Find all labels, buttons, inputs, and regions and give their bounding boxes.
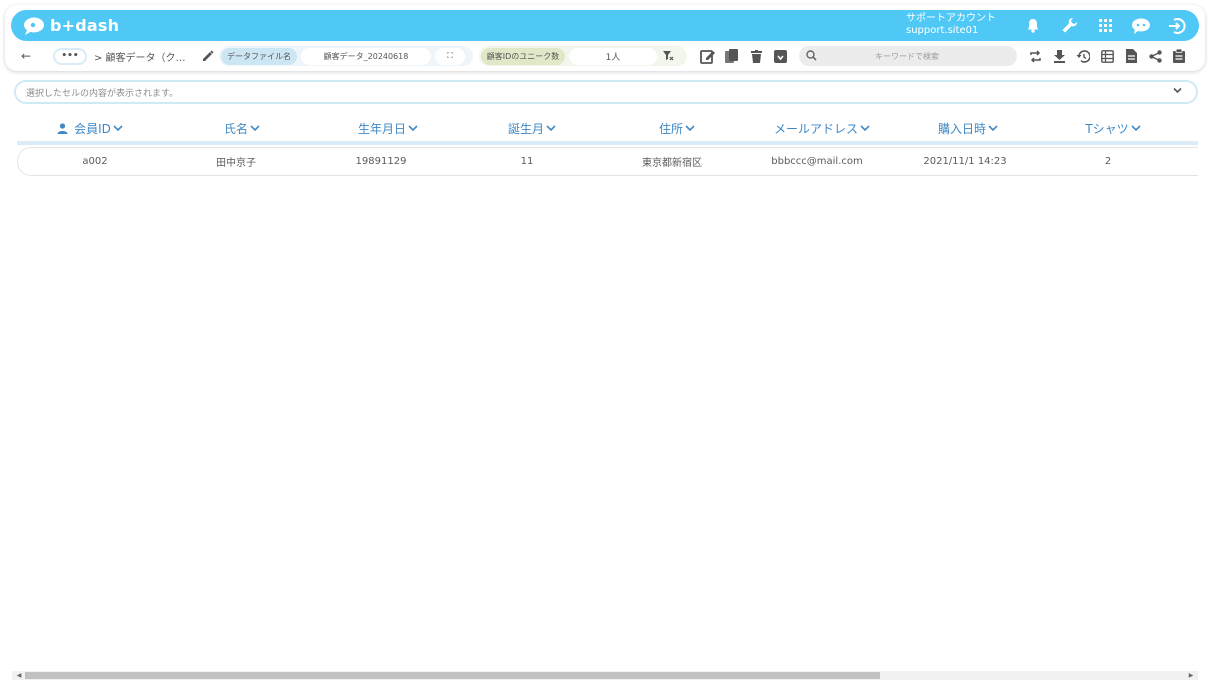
- column-header-member-id[interactable]: 会員ID: [48, 118, 132, 138]
- chevron-down-icon: [546, 124, 556, 131]
- clipboard-icon[interactable]: [1167, 44, 1191, 68]
- file-name-label: データファイル名: [221, 47, 297, 65]
- column-header-label: 購入日時: [937, 121, 986, 136]
- selected-cell-placeholder: 選択したセルの内容が表示されます。: [26, 88, 179, 99]
- edit-name-icon[interactable]: [196, 44, 220, 68]
- table-cell[interactable]: a002: [53, 148, 137, 175]
- logo-bubble-icon: [24, 17, 44, 35]
- history-icon[interactable]: [1071, 44, 1095, 68]
- horizontal-scrollbar[interactable]: ◀ ▶: [12, 671, 1198, 680]
- column-header-label: 氏名: [223, 121, 248, 136]
- search-placeholder: キーワードで検索: [875, 51, 939, 61]
- table-cell[interactable]: 2021/11/1 14:23: [905, 148, 1025, 175]
- more-button[interactable]: •••: [53, 47, 87, 65]
- delete-icon[interactable]: [744, 44, 768, 68]
- person-icon: [57, 122, 68, 134]
- account-site: support.site01: [906, 25, 979, 36]
- search-input[interactable]: キーワードで検索: [799, 46, 1017, 66]
- chevron-down-icon: [860, 124, 870, 131]
- app-logo[interactable]: b+dash: [23, 16, 119, 35]
- table-cell[interactable]: 東京都新宿区: [622, 148, 722, 175]
- header-divider: [17, 141, 1198, 145]
- bell-icon[interactable]: [1015, 10, 1051, 41]
- column-header-address[interactable]: 住所: [646, 118, 708, 138]
- edit-note-icon[interactable]: [696, 44, 720, 68]
- column-header-name[interactable]: 氏名: [208, 118, 276, 138]
- chevron-down-icon: [408, 124, 418, 131]
- column-header-label: 住所: [658, 121, 683, 136]
- column-header-label: メールアドレス: [773, 121, 858, 136]
- chat-bot-icon[interactable]: [1123, 10, 1159, 41]
- search-icon: [806, 49, 817, 63]
- table-cell[interactable]: 19891129: [341, 148, 421, 175]
- chevron-down-icon: [685, 124, 695, 131]
- document-icon[interactable]: [1119, 44, 1143, 68]
- chevron-down-icon: [250, 124, 260, 131]
- table-cell[interactable]: bbbccc@mail.com: [757, 148, 877, 175]
- column-header-label: Tシャツ: [1085, 121, 1129, 136]
- back-button[interactable]: ←: [21, 49, 31, 63]
- table-cell[interactable]: 田中京子: [196, 148, 276, 175]
- metric-label: 顧客IDのユニーク数: [481, 47, 565, 65]
- apps-grid-icon[interactable]: [1087, 10, 1123, 41]
- chevron-down-icon: [113, 124, 123, 131]
- logo-text: b+dash: [50, 16, 120, 35]
- column-header-purchase-date[interactable]: 購入日時: [926, 118, 1010, 138]
- share-icon[interactable]: [1143, 44, 1167, 68]
- expand-button[interactable]: ⛶: [435, 47, 465, 65]
- scroll-right-icon[interactable]: ▶: [1186, 671, 1196, 680]
- column-header-label: 会員ID: [74, 121, 111, 136]
- account-info[interactable]: サポートアカウント support.site01: [906, 13, 1006, 37]
- copy-icon[interactable]: [720, 44, 744, 68]
- column-header-label: 生年月日: [357, 121, 406, 136]
- top-bar: b+dash サポートアカウント support.site01: [11, 10, 1199, 41]
- column-header-birthdate[interactable]: 生年月日: [348, 118, 428, 138]
- repeat-icon[interactable]: [1023, 44, 1047, 68]
- breadcrumb[interactable]: > 顧客データ（ク…: [94, 49, 186, 64]
- chevron-down-icon: [1131, 124, 1141, 131]
- column-header-label: 誕生月: [507, 121, 544, 136]
- column-header-tshirt[interactable]: Tシャツ: [1076, 118, 1150, 138]
- column-header-birth-month[interactable]: 誕生月: [496, 118, 568, 138]
- chevron-down-icon[interactable]: [1173, 87, 1182, 97]
- toolbar: ← ••• > 顧客データ（ク… データファイル名 顧客データ_20240618…: [11, 44, 1199, 68]
- wrench-icon[interactable]: [1051, 10, 1087, 41]
- table-header: 会員ID 氏名 生年月日 誕生月 住所 メールアドレス 購入日時 Tシャツ: [0, 118, 1210, 138]
- table-view-icon[interactable]: [1095, 44, 1119, 68]
- logout-icon[interactable]: [1159, 10, 1195, 41]
- download-icon[interactable]: [1047, 44, 1071, 68]
- selected-cell-display[interactable]: 選択したセルの内容が表示されます。: [14, 80, 1198, 104]
- table-cell[interactable]: 2: [1078, 148, 1138, 175]
- filter-clear-icon[interactable]: [657, 44, 679, 68]
- column-header-email[interactable]: メールアドレス: [766, 118, 878, 138]
- chevron-down-icon: [988, 124, 998, 131]
- account-name: サポートアカウント: [906, 13, 996, 24]
- scroll-left-icon[interactable]: ◀: [14, 671, 24, 680]
- table-row[interactable]: a002 田中京子 19891129 11 東京都新宿区 bbbccc@mail…: [17, 147, 1198, 176]
- file-name-value[interactable]: 顧客データ_20240618: [301, 47, 431, 65]
- scrollbar-thumb[interactable]: [25, 672, 880, 679]
- archive-icon[interactable]: [768, 44, 792, 68]
- metric-value: 1人: [569, 47, 657, 65]
- table-cell[interactable]: 11: [487, 148, 567, 175]
